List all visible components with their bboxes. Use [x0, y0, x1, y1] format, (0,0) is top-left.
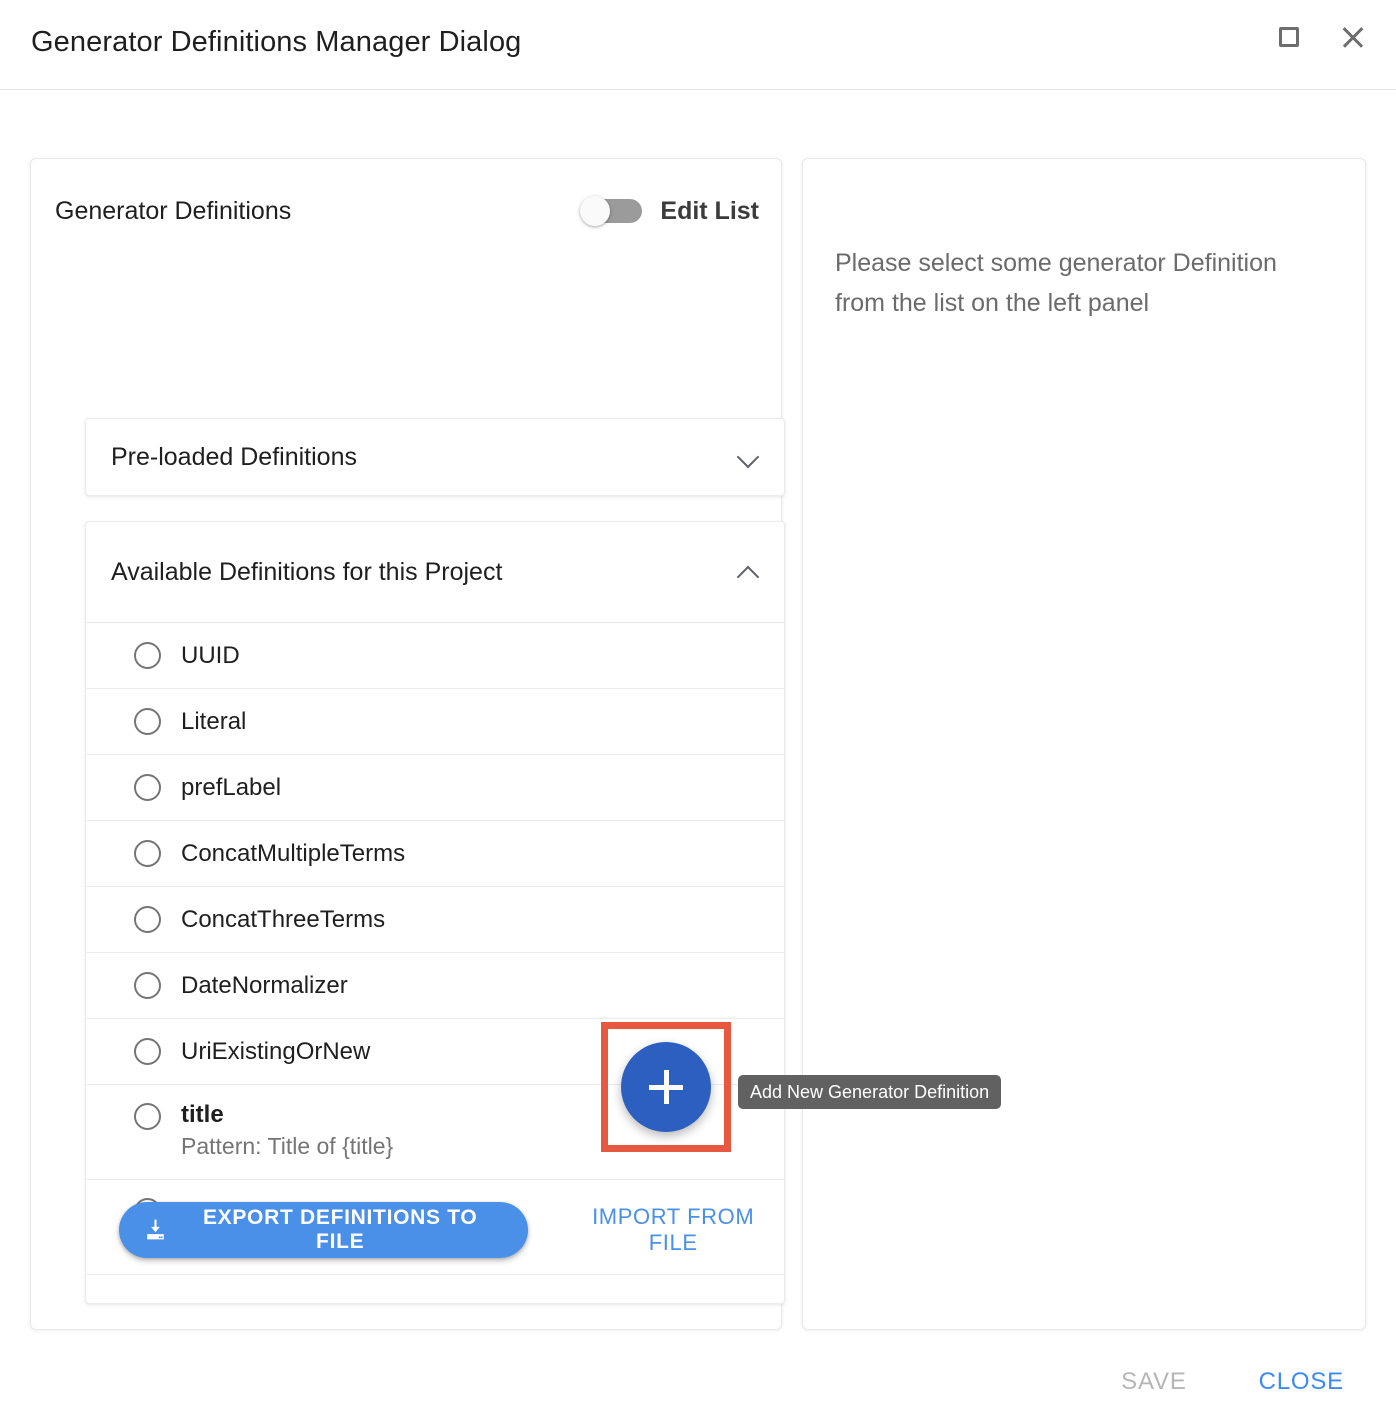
radio-icon[interactable] [134, 972, 161, 999]
list-item[interactable]: DateNormalizer [86, 953, 784, 1019]
window-controls [1272, 20, 1370, 54]
list-item-label: Literal [181, 707, 247, 735]
list-item-label: prefLabel [181, 773, 282, 801]
maximize-icon [1279, 27, 1299, 47]
list-item[interactable]: ConcatMultipleTerms [86, 821, 784, 887]
list-item-label: title [181, 1101, 224, 1128]
dialog-footer: SAVE CLOSE [0, 1350, 1396, 1414]
edit-list-control: Edit List [580, 196, 759, 226]
export-definitions-label: EXPORT DEFINITIONS TO FILE [202, 1206, 478, 1253]
save-button[interactable]: SAVE [1109, 1360, 1198, 1404]
detail-placeholder-text: Please select some generator Definition … [835, 249, 1277, 317]
list-actions: EXPORT DEFINITIONS TO FILE IMPORT FROM F… [86, 1156, 786, 1304]
list-item-label: ConcatThreeTerms [181, 905, 386, 933]
list-item-label: DateNormalizer [181, 971, 348, 999]
fab-tooltip: Add New Generator Definition [738, 1075, 1002, 1109]
list-item-text: DateNormalizer [181, 972, 348, 1000]
maximize-button[interactable] [1272, 20, 1306, 54]
radio-icon[interactable] [134, 1038, 161, 1065]
list-item[interactable]: prefLabel [86, 755, 784, 821]
panel-header: Generator Definitions Edit List [55, 187, 759, 235]
radio-icon[interactable] [134, 1103, 161, 1130]
accordion-preloaded-title: Pre-loaded Definitions [111, 442, 357, 471]
accordion-preloaded-header[interactable]: Pre-loaded Definitions [86, 419, 784, 495]
edit-list-toggle[interactable] [580, 196, 643, 226]
generator-definitions-panel: Generator Definitions Edit List Pre-load… [30, 158, 785, 1330]
list-item-text: title Pattern: Title of {title} [181, 1101, 393, 1163]
radio-icon[interactable] [134, 906, 161, 933]
list-item-text: UriExistingOrNew [181, 1038, 370, 1066]
radio-icon[interactable] [134, 642, 161, 669]
accordion-preloaded-definitions: Pre-loaded Definitions [85, 418, 785, 496]
list-item-label: UriExistingOrNew [181, 1037, 371, 1065]
download-icon [147, 1219, 164, 1240]
list-item-text: prefLabel [181, 774, 281, 802]
accordion-available-definitions: Available Definitions for this Project U… [85, 521, 785, 1304]
import-from-file-button[interactable]: IMPORT FROM FILE [560, 1196, 786, 1264]
chevron-down-icon [738, 446, 760, 468]
list-item[interactable]: Literal [86, 689, 784, 755]
list-item-text: Literal [181, 708, 246, 736]
close-button[interactable]: CLOSE [1247, 1360, 1356, 1404]
edit-list-label: Edit List [660, 196, 759, 225]
list-item[interactable]: ConcatThreeTerms [86, 887, 784, 953]
list-item[interactable]: UUID [86, 623, 784, 689]
radio-icon[interactable] [134, 708, 161, 735]
close-window-button[interactable] [1336, 20, 1370, 54]
accordion-available-title: Available Definitions for this Project [111, 557, 503, 586]
list-item-text: ConcatMultipleTerms [181, 840, 405, 868]
list-item-text: ConcatThreeTerms [181, 906, 385, 934]
panel-header-label: Generator Definitions [55, 196, 292, 225]
page-title: Generator Definitions Manager Dialog [31, 26, 522, 58]
list-item-label: ConcatMultipleTerms [181, 839, 406, 867]
radio-icon[interactable] [134, 840, 161, 867]
close-icon [1340, 24, 1366, 50]
export-definitions-button[interactable]: EXPORT DEFINITIONS TO FILE [119, 1202, 529, 1258]
list-item-label: UUID [181, 641, 240, 669]
plus-icon [649, 1070, 683, 1104]
accordion-available-header[interactable]: Available Definitions for this Project [86, 522, 784, 622]
chevron-up-icon [738, 561, 760, 583]
add-new-generator-definition-button[interactable] [621, 1042, 711, 1132]
radio-icon[interactable] [134, 774, 161, 801]
dialog-titlebar: Generator Definitions Manager Dialog [0, 0, 1396, 90]
list-item-text: UUID [181, 642, 240, 670]
definition-detail-panel: Please select some generator Definition … [802, 158, 1366, 1330]
